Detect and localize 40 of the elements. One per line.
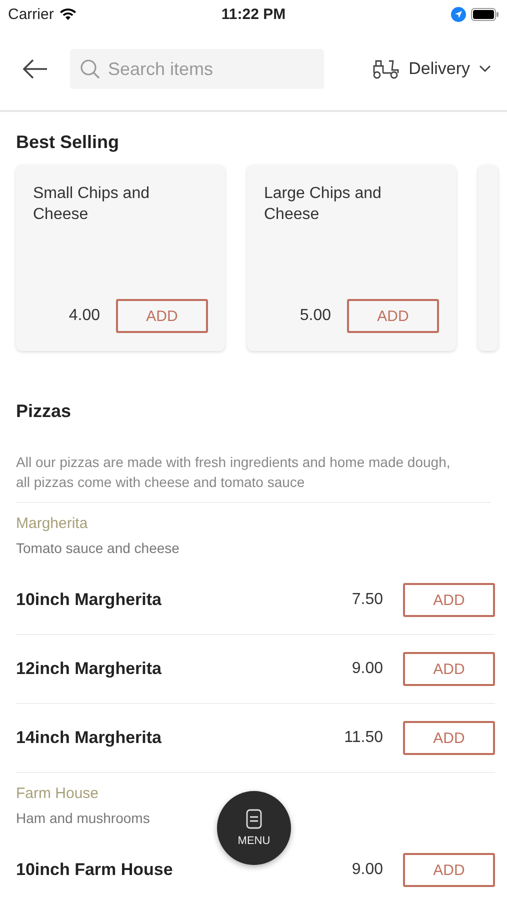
menu-button[interactable]: MENU: [217, 791, 291, 865]
product-price: 4.00: [68, 307, 100, 325]
section-title: Best Selling: [16, 131, 120, 154]
group-name: Farm House: [16, 785, 99, 802]
item-name: 10inch Farm House: [16, 860, 174, 880]
item-price: 9.00: [352, 660, 383, 678]
item-price: 7.50: [352, 591, 383, 609]
group-description: Tomato sauce and cheese: [16, 540, 180, 556]
item-price: 11.50: [344, 729, 383, 747]
back-arrow-icon: [22, 59, 48, 79]
add-button[interactable]: ADD: [347, 299, 439, 333]
product-name: Large Chips and Cheese: [264, 184, 382, 225]
carrier-name: Carrier: [8, 6, 54, 22]
product-card[interactable]: Small Chips and Cheese 4.00 ADD: [16, 165, 225, 351]
battery-icon: [471, 8, 499, 20]
search-field[interactable]: Search items: [70, 49, 324, 89]
status-time: 11:22 PM: [221, 6, 286, 22]
document-icon: [246, 809, 262, 829]
item-name: 10inch Margherita: [16, 590, 162, 610]
add-button[interactable]: ADD: [403, 583, 495, 617]
wifi-icon: [58, 8, 77, 20]
group-description: Ham and mushrooms: [16, 810, 150, 826]
add-button[interactable]: ADD: [403, 853, 495, 887]
product-price: 5.00: [300, 307, 331, 325]
search-icon: [80, 59, 100, 79]
item-name: 14inch Margherita: [16, 728, 162, 748]
section-title: Pizzas: [16, 400, 72, 423]
add-button[interactable]: ADD: [403, 721, 495, 755]
delivery-dropdown[interactable]: Delivery: [372, 58, 491, 80]
item-price: 9.00: [352, 861, 383, 879]
product-name: Small Chips and Cheese: [33, 184, 150, 225]
section-description: All our pizzas are made with fresh ingredients and home made dough, all pizzas come with cheese and tomato sauce: [16, 452, 491, 503]
chevron-down-icon: [479, 65, 491, 73]
add-button[interactable]: ADD: [403, 652, 495, 686]
item-name: 12inch Margherita: [16, 659, 162, 679]
product-card[interactable]: Large Chips and Cheese 5.00 ADD: [247, 165, 456, 351]
scooter-icon: [372, 58, 400, 80]
add-button[interactable]: ADD: [116, 299, 208, 333]
group-name: Margherita: [16, 515, 88, 532]
location-icon: [451, 6, 466, 22]
